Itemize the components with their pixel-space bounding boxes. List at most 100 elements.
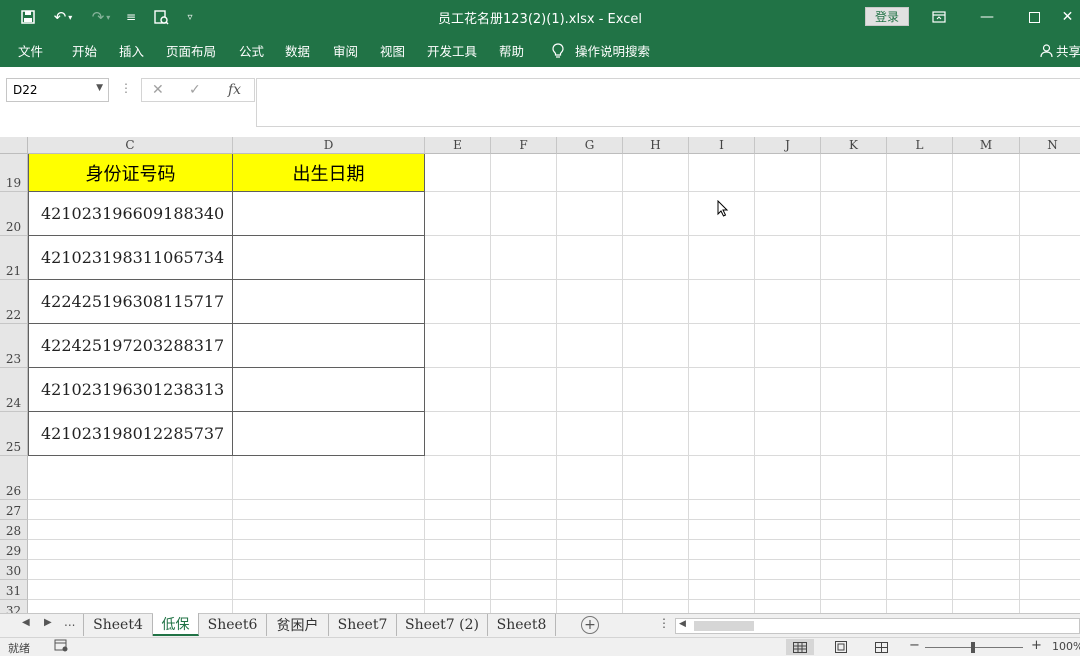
gridline	[28, 599, 1080, 600]
tell-me-search[interactable]: 操作说明搜索	[551, 34, 650, 67]
tab-insert[interactable]: 插入	[119, 34, 144, 67]
share-label: 共享	[1056, 44, 1080, 59]
column-header-j[interactable]: J	[755, 137, 821, 154]
cell-d25[interactable]	[233, 412, 425, 456]
row-header-32[interactable]: 32	[0, 600, 28, 613]
row-header-31[interactable]: 31	[0, 580, 28, 600]
gridline	[28, 519, 1080, 520]
scrollbar-thumb[interactable]	[694, 621, 754, 631]
worksheet-grid[interactable]: C D E F G H I J K L M N 19 20 21 22 23 2…	[0, 127, 1080, 613]
row-header-26[interactable]: 26	[0, 456, 28, 500]
column-header-d[interactable]: D	[233, 137, 425, 154]
tab-home[interactable]: 开始	[72, 34, 97, 67]
scroll-left-arrow-icon[interactable]: ◀	[679, 619, 686, 629]
gridline	[754, 154, 755, 613]
column-header-f[interactable]: F	[491, 137, 557, 154]
share-button[interactable]: 共享	[1040, 34, 1080, 67]
cell-c19-header[interactable]: 身份证号码	[28, 154, 233, 192]
enter-icon[interactable]: ✓	[189, 82, 201, 98]
scroll-right-icon[interactable]: ▶	[44, 617, 52, 628]
zoom-level[interactable]: 100%	[1052, 640, 1080, 653]
name-box[interactable]: D22 ▼	[6, 78, 109, 102]
gridline	[556, 154, 557, 613]
tab-formulas[interactable]: 公式	[239, 34, 264, 67]
row-header-27[interactable]: 27	[0, 500, 28, 520]
cell-c20[interactable]: 421023196609188340	[28, 192, 233, 236]
column-header-i[interactable]: I	[689, 137, 755, 154]
zoom-in-button[interactable]: +	[1031, 638, 1042, 653]
cancel-icon[interactable]: ✕	[152, 82, 164, 98]
login-button[interactable]: 登录	[865, 7, 909, 26]
gridline	[688, 154, 689, 613]
cell-d22[interactable]	[233, 280, 425, 324]
select-all-corner[interactable]	[0, 137, 28, 154]
page-break-view-icon[interactable]	[867, 639, 895, 655]
column-header-h[interactable]: H	[623, 137, 689, 154]
sheet-tab-sheet6[interactable]: Sheet6	[199, 614, 267, 636]
cell-d20[interactable]	[233, 192, 425, 236]
sheet-tab-sheet7-2[interactable]: Sheet7 (2)	[397, 614, 488, 636]
page-layout-view-icon[interactable]	[827, 639, 855, 655]
cell-d21[interactable]	[233, 236, 425, 280]
column-header-n[interactable]: N	[1020, 137, 1080, 154]
tab-view[interactable]: 视图	[380, 34, 405, 67]
cell-c24[interactable]: 421023196301238313	[28, 368, 233, 412]
row-header-19[interactable]: 19	[0, 154, 28, 192]
column-header-e[interactable]: E	[425, 137, 491, 154]
cell-c25[interactable]: 421023198012285737	[28, 412, 233, 456]
row-header-29[interactable]: 29	[0, 540, 28, 560]
cell-d24[interactable]	[233, 368, 425, 412]
column-header-c[interactable]: C	[28, 137, 233, 154]
macro-record-icon[interactable]	[54, 639, 68, 655]
chevron-down-icon[interactable]: ▼	[96, 83, 103, 93]
cell-d19-header[interactable]: 出生日期	[233, 154, 425, 192]
row-header-24[interactable]: 24	[0, 368, 28, 412]
sheet-tab-dibao[interactable]: 低保	[153, 613, 199, 636]
title-bar: ↶ ▾ ↷ ▾ ≡ ▿ 员工花名册123(2)(1).xlsx - Excel 登录…	[0, 0, 1080, 34]
tab-developer[interactable]: 开发工具	[427, 34, 477, 67]
sheet-tab-sheet8[interactable]: Sheet8	[488, 614, 556, 636]
cell-c23[interactable]: 422425197203288317	[28, 324, 233, 368]
tab-file[interactable]: 文件	[18, 34, 43, 67]
scroll-left-icon[interactable]: ◀	[22, 617, 30, 628]
cell-c22[interactable]: 422425196308115717	[28, 280, 233, 324]
tab-help[interactable]: 帮助	[499, 34, 524, 67]
row-header-21[interactable]: 21	[0, 236, 28, 280]
ribbon-display-icon[interactable]	[916, 0, 962, 34]
mouse-cursor-icon	[717, 200, 729, 217]
column-header-l[interactable]: L	[887, 137, 953, 154]
insert-function-icon[interactable]: fx	[228, 82, 241, 98]
sheet-tab-sheet7[interactable]: Sheet7	[329, 614, 397, 636]
column-header-m[interactable]: M	[953, 137, 1020, 154]
more-sheets-button[interactable]: ...	[64, 615, 75, 629]
sheet-tab-sheet4[interactable]: Sheet4	[83, 614, 153, 636]
row-header-25[interactable]: 25	[0, 412, 28, 456]
minimize-icon[interactable]: —	[964, 0, 1010, 34]
row-header-23[interactable]: 23	[0, 324, 28, 368]
tab-review[interactable]: 审阅	[333, 34, 358, 67]
cell-c21[interactable]: 421023198311065734	[28, 236, 233, 280]
zoom-slider-thumb[interactable]	[971, 642, 975, 653]
formula-bar-grip[interactable]: ⋮	[120, 81, 132, 95]
formula-input[interactable]	[256, 78, 1080, 127]
column-header-k[interactable]: K	[821, 137, 887, 154]
horizontal-scrollbar[interactable]: ◀	[675, 618, 1080, 634]
tab-page-layout[interactable]: 页面布局	[166, 34, 216, 67]
formula-bar-area: D22 ▼ ⋮ ✕ ✓ fx	[0, 67, 1080, 127]
zoom-out-button[interactable]: −	[909, 638, 920, 653]
maximize-icon[interactable]	[1011, 0, 1057, 34]
close-icon[interactable]: ✕	[1055, 0, 1080, 34]
gridline	[622, 154, 623, 613]
column-header-g[interactable]: G	[557, 137, 623, 154]
normal-view-icon[interactable]	[786, 639, 814, 655]
tab-split-handle[interactable]: ⋮	[658, 616, 670, 630]
add-sheet-button[interactable]: +	[581, 616, 599, 634]
row-header-22[interactable]: 22	[0, 280, 28, 324]
tab-data[interactable]: 数据	[285, 34, 310, 67]
gridline	[28, 559, 1080, 560]
cell-d23[interactable]	[233, 324, 425, 368]
sheet-tab-pinkunhu[interactable]: 贫困户	[267, 614, 329, 636]
row-header-28[interactable]: 28	[0, 520, 28, 540]
row-header-30[interactable]: 30	[0, 560, 28, 580]
row-header-20[interactable]: 20	[0, 192, 28, 236]
